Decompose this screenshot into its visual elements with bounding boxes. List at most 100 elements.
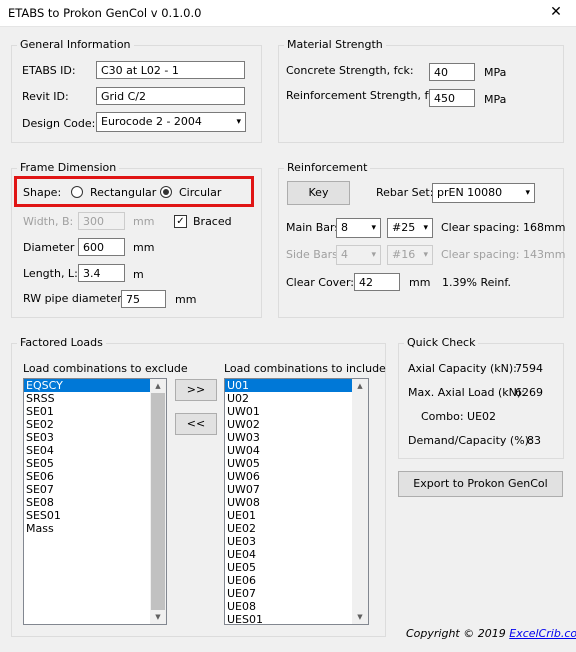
main-bars-clear-spacing: Clear spacing: 168mm bbox=[441, 221, 566, 234]
reinforcement-strength-field[interactable]: 450 bbox=[429, 89, 475, 107]
list-item[interactable]: SE08 bbox=[24, 496, 166, 509]
design-code-select[interactable]: Eurocode 2 - 2004 ▾ bbox=[96, 112, 246, 132]
list-item[interactable]: UW06 bbox=[225, 470, 368, 483]
clear-cover-field[interactable]: 42 bbox=[354, 273, 400, 291]
reinforcement-strength-unit: MPa bbox=[484, 93, 507, 106]
list-item[interactable]: SE03 bbox=[24, 431, 166, 444]
exclude-list-label: Load combinations to exclude bbox=[23, 362, 188, 375]
width-field[interactable]: 300 bbox=[78, 212, 125, 230]
side-bars-count-select[interactable]: 4 ▾ bbox=[336, 245, 381, 265]
circular-label[interactable]: Circular bbox=[179, 186, 221, 199]
circular-radio[interactable] bbox=[160, 186, 172, 198]
scroll-thumb[interactable] bbox=[353, 393, 367, 433]
braced-checkbox[interactable]: ✓ bbox=[174, 215, 187, 228]
include-scrollbar[interactable]: ▲ ▼ bbox=[352, 379, 368, 624]
list-item[interactable]: SE05 bbox=[24, 457, 166, 470]
group-title: Quick Check bbox=[404, 336, 479, 349]
list-item[interactable]: UE07 bbox=[225, 587, 368, 600]
main-bars-count-select[interactable]: 8 ▾ bbox=[336, 218, 381, 238]
list-item[interactable]: U02 bbox=[225, 392, 368, 405]
title-bar: ETABS to Prokon GenCol v 0.1.0.0 ✕ bbox=[0, 0, 576, 27]
list-item[interactable]: UW02 bbox=[225, 418, 368, 431]
exclude-listbox[interactable]: EQSCY SRSS SE01 SE02 SE03 SE04 SE05 SE06 SE07 SE0… bbox=[23, 378, 167, 625]
design-code-value: Eurocode 2 - 2004 bbox=[101, 115, 202, 128]
list-item[interactable]: UES01 bbox=[225, 613, 368, 624]
list-item[interactable]: UW01 bbox=[225, 405, 368, 418]
length-field[interactable]: 3.4 bbox=[78, 264, 125, 282]
list-item[interactable]: UW04 bbox=[225, 444, 368, 457]
list-item[interactable]: SE01 bbox=[24, 405, 166, 418]
close-icon[interactable]: ✕ bbox=[536, 0, 576, 26]
list-item[interactable]: UE02 bbox=[225, 522, 368, 535]
scroll-down-icon[interactable]: ▼ bbox=[352, 610, 368, 624]
rectangular-radio[interactable] bbox=[71, 186, 83, 198]
scroll-thumb[interactable] bbox=[151, 393, 165, 610]
scroll-up-icon[interactable]: ▲ bbox=[150, 379, 166, 393]
width-label: Width, B: bbox=[23, 215, 74, 228]
include-listbox[interactable]: U01 U02 UW01 UW02 UW03 UW04 UW05 UW06 UW07 UW08 UE… bbox=[224, 378, 369, 625]
list-item[interactable]: UW07 bbox=[225, 483, 368, 496]
list-item[interactable]: UE04 bbox=[225, 548, 368, 561]
add-combination-button[interactable]: >> bbox=[175, 379, 217, 401]
rebar-set-select[interactable]: prEN 10080 ▾ bbox=[432, 183, 535, 203]
group-title: Reinforcement bbox=[284, 161, 371, 174]
main-bars-size-select[interactable]: #25 ▾ bbox=[387, 218, 433, 238]
list-item[interactable]: UW03 bbox=[225, 431, 368, 444]
list-item[interactable]: UW08 bbox=[225, 496, 368, 509]
list-item[interactable]: UE08 bbox=[225, 600, 368, 613]
list-item[interactable]: UE06 bbox=[225, 574, 368, 587]
diameter-field[interactable]: 600 bbox=[78, 238, 125, 256]
list-item[interactable]: UE05 bbox=[225, 561, 368, 574]
chevron-down-icon: ▾ bbox=[371, 223, 376, 233]
rw-pipe-diameter-field[interactable]: 75 bbox=[121, 290, 166, 308]
group-title: Factored Loads bbox=[17, 336, 106, 349]
key-button[interactable]: Key bbox=[287, 181, 350, 205]
list-item[interactable]: SES01 bbox=[24, 509, 166, 522]
diameter-unit: mm bbox=[133, 241, 155, 254]
remove-combination-button[interactable]: << bbox=[175, 413, 217, 435]
group-title: Material Strength bbox=[284, 38, 386, 51]
shape-label: Shape: bbox=[23, 186, 62, 199]
rebar-set-value: prEN 10080 bbox=[437, 186, 503, 199]
concrete-strength-field[interactable]: 40 bbox=[429, 63, 475, 81]
window-title: ETABS to Prokon GenCol v 0.1.0.0 bbox=[8, 6, 202, 20]
exclude-scrollbar[interactable]: ▲ ▼ bbox=[150, 379, 166, 624]
list-item[interactable]: SE07 bbox=[24, 483, 166, 496]
list-item[interactable]: UW05 bbox=[225, 457, 368, 470]
include-items: U01 U02 UW01 UW02 UW03 UW04 UW05 UW06 UW07 UW08 UE… bbox=[225, 379, 368, 624]
rectangular-label[interactable]: Rectangular bbox=[90, 186, 156, 199]
radio-selected-dot bbox=[163, 189, 169, 195]
chevron-down-icon: ▾ bbox=[236, 117, 241, 127]
clear-cover-label: Clear Cover: bbox=[286, 276, 354, 289]
copyright-text: Copyright © 2019 bbox=[406, 627, 506, 640]
list-item[interactable]: SE02 bbox=[24, 418, 166, 431]
main-bars-count-value: 8 bbox=[341, 221, 348, 234]
braced-label[interactable]: Braced bbox=[193, 215, 232, 228]
list-item[interactable]: UE03 bbox=[225, 535, 368, 548]
list-item[interactable]: SE04 bbox=[24, 444, 166, 457]
max-axial-load-label: Max. Axial Load (kN): bbox=[408, 386, 525, 399]
demand-capacity-value: 83 bbox=[527, 434, 541, 447]
list-item[interactable]: SE06 bbox=[24, 470, 166, 483]
list-item[interactable]: U01 bbox=[225, 379, 368, 392]
include-list-label: Load combinations to include bbox=[224, 362, 386, 375]
design-code-label: Design Code: bbox=[22, 117, 96, 130]
revit-id-field[interactable]: Grid C/2 bbox=[96, 87, 245, 105]
max-axial-load-value: 6269 bbox=[515, 386, 543, 399]
concrete-strength-unit: MPa bbox=[484, 66, 507, 79]
reinforcement-strength-label: Reinforcement Strength, fy: bbox=[286, 89, 438, 102]
clear-cover-unit: mm bbox=[409, 276, 431, 289]
scroll-down-icon[interactable]: ▼ bbox=[150, 610, 166, 624]
group-title: General Information bbox=[17, 38, 134, 51]
list-item[interactable]: UE01 bbox=[225, 509, 368, 522]
etabs-id-field[interactable]: C30 at L02 - 1 bbox=[96, 61, 245, 79]
list-item[interactable]: Mass bbox=[24, 522, 166, 535]
scroll-up-icon[interactable]: ▲ bbox=[352, 379, 368, 393]
length-unit: m bbox=[133, 268, 144, 281]
list-item[interactable]: EQSCY bbox=[24, 379, 166, 392]
side-bars-size-select[interactable]: #16 ▾ bbox=[387, 245, 433, 265]
excelcrib-link[interactable]: ExcelCrib.com bbox=[509, 627, 576, 640]
reinforcement-percent: 1.39% Reinf. bbox=[442, 276, 511, 289]
export-button[interactable]: Export to Prokon GenCol bbox=[398, 471, 563, 497]
list-item[interactable]: SRSS bbox=[24, 392, 166, 405]
